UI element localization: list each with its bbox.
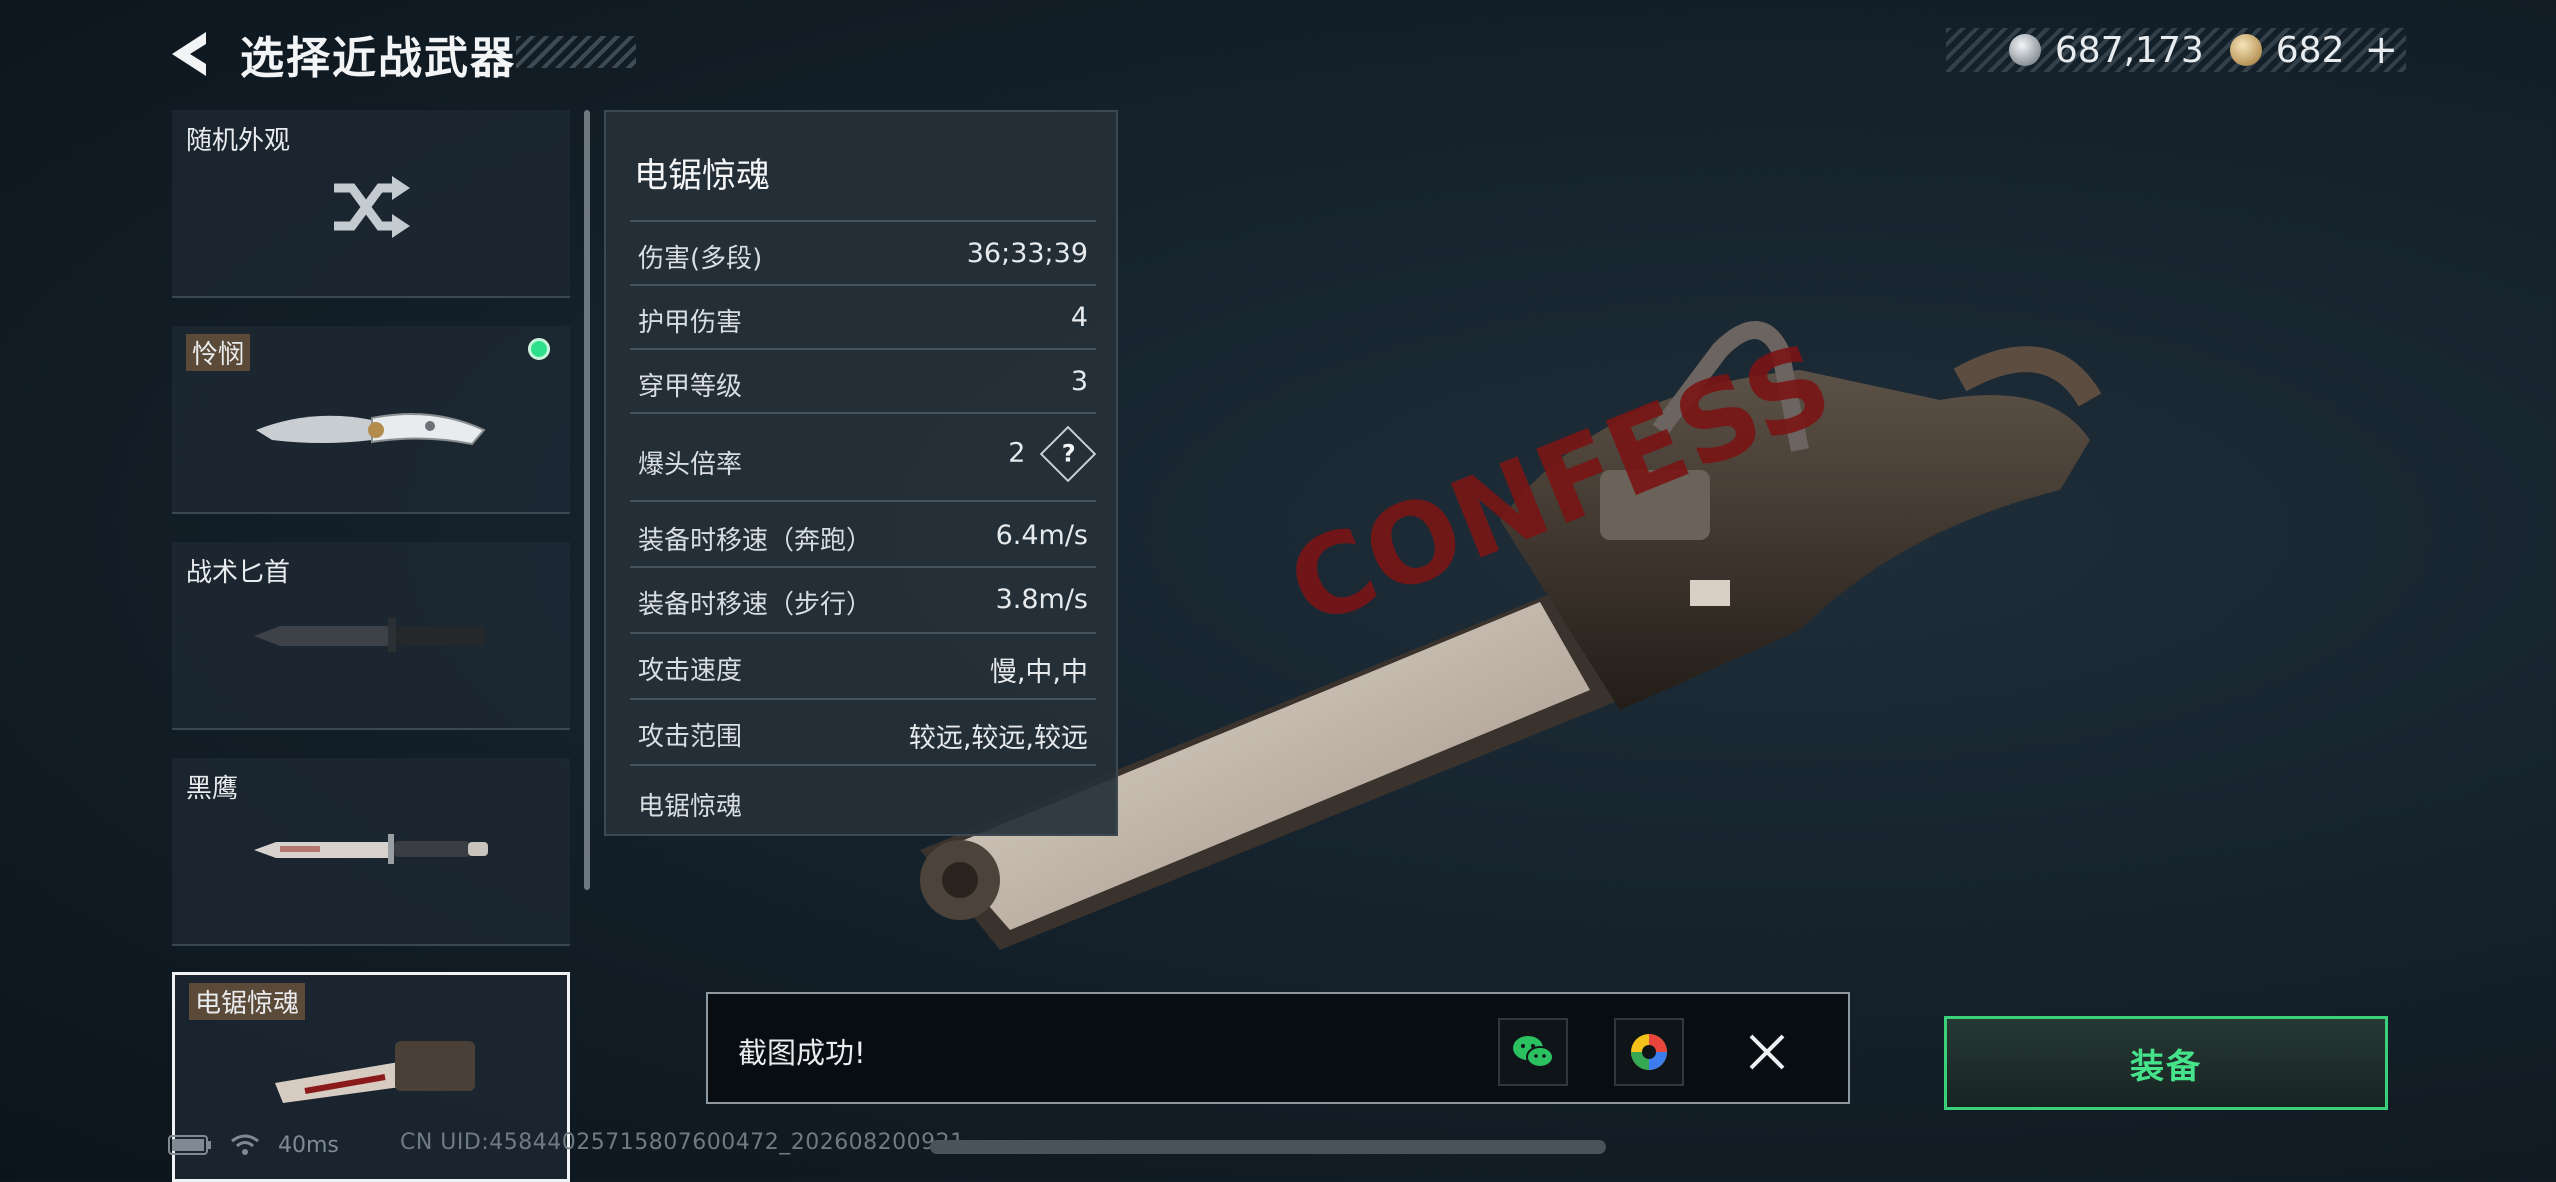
stat-row: 护甲伤害 4 — [630, 284, 1096, 348]
weapon-stats-panel: 电锯惊魂 伤害(多段) 36;33;39 护甲伤害 4 穿甲等级 3 爆头倍率 … — [604, 110, 1118, 836]
silver-currency-value: 687,173 — [2054, 29, 2204, 71]
stat-row: 伤害(多段) 36;33;39 — [630, 220, 1096, 284]
stat-value: 36;33;39 — [966, 238, 1088, 269]
stat-value: 慢,中,中 — [989, 657, 1088, 688]
stat-value: 较远,较远,较远 — [908, 723, 1088, 754]
stat-value: 6.4m/s — [995, 520, 1088, 551]
help-icon[interactable]: ? — [1039, 425, 1097, 483]
stat-row: 装备时移速（步行） 3.8m/s — [630, 566, 1096, 632]
silver-coin-icon — [2008, 34, 2041, 66]
wechat-icon — [1513, 1036, 1554, 1068]
list-scrollbar[interactable] — [584, 110, 590, 890]
weapon-label: 随机外观 — [186, 126, 291, 156]
share-album-button[interactable] — [1614, 1018, 1684, 1086]
stat-row: 攻击范围 较远,较远,较远 — [630, 698, 1096, 764]
black-hawk-knife-image — [254, 834, 488, 864]
stat-label: 电锯惊魂 — [638, 792, 743, 822]
stat-row: 攻击速度 慢,中,中 — [630, 632, 1096, 698]
share-wechat-button[interactable] — [1498, 1018, 1568, 1086]
currency-bar: 687,173 682 + — [1946, 27, 2406, 73]
add-currency-button[interactable]: + — [2364, 27, 2398, 73]
home-indicator[interactable] — [930, 1140, 1606, 1154]
stat-row: 爆头倍率 2 ? — [630, 412, 1097, 500]
chainsaw-image — [275, 1041, 475, 1103]
stat-row: 装备时移速（奔跑） 6.4m/s — [630, 500, 1096, 566]
toast-message: 截图成功! — [738, 1036, 866, 1070]
weapon-label: 黑鹰 — [186, 774, 239, 804]
stat-label: 护甲伤害 — [638, 308, 743, 338]
stat-label: 攻击速度 — [638, 656, 743, 686]
stat-value: 3.8m/s — [995, 584, 1088, 615]
ping-value: 40ms — [278, 1132, 339, 1158]
weapon-label: 战术匕首 — [186, 558, 291, 588]
equip-button-label: 装备 — [2130, 1046, 2202, 1087]
stat-label: 穿甲等级 — [638, 372, 743, 402]
stat-value: 3 — [1070, 366, 1088, 397]
gold-coin-icon — [2229, 34, 2262, 66]
stat-label: 攻击范围 — [638, 722, 743, 752]
stat-row: 电锯惊魂 — [630, 764, 1096, 832]
stat-value: 2 — [1008, 437, 1026, 469]
gold-currency-value: 682 — [2275, 29, 2345, 71]
stat-label: 装备时移速（步行） — [638, 590, 873, 620]
screenshot-toast: 截图成功! — [706, 992, 1850, 1104]
status-bar: 40ms — [168, 1128, 339, 1162]
chevron-left-icon — [172, 32, 206, 76]
tactical-dagger-image — [254, 618, 486, 652]
page-title: 选择近战武器 — [240, 33, 516, 84]
weapon-item-tactical-dagger[interactable]: 战术匕首 — [172, 542, 570, 730]
battery-icon — [168, 1135, 211, 1155]
stat-label: 爆头倍率 — [638, 450, 743, 480]
stat-row: 穿甲等级 3 — [630, 348, 1096, 412]
stat-label: 伤害(多段) — [638, 244, 763, 274]
photo-shutter-icon — [1631, 1034, 1667, 1070]
weapon-name: 电锯惊魂 — [634, 156, 770, 196]
weapon-item-mercy[interactable]: 怜悯 — [172, 326, 570, 514]
weapon-label: 怜悯 — [186, 334, 251, 371]
shuffle-icon — [334, 176, 410, 238]
close-toast-button[interactable] — [1732, 1018, 1802, 1086]
stat-label: 装备时移速（奔跑） — [638, 526, 873, 556]
stat-value-with-help: 2 ? — [1008, 425, 1097, 483]
weapon-item-random[interactable]: 随机外观 — [172, 110, 570, 298]
karambit-knife-image — [256, 413, 486, 446]
user-id-text: CN UID:4584402571580760047​2_2026082009​… — [400, 1130, 965, 1155]
title-decoration — [516, 36, 636, 68]
wifi-icon — [231, 1134, 259, 1155]
back-button[interactable] — [166, 28, 214, 80]
weapon-item-black-hawk[interactable]: 黑鹰 — [172, 758, 570, 946]
weapon-label: 电锯惊魂 — [189, 983, 306, 1020]
close-icon — [1749, 1034, 1785, 1070]
equip-button[interactable]: 装备 — [1944, 1016, 2388, 1110]
stat-value: 4 — [1070, 302, 1088, 333]
equipped-indicator-dot — [528, 338, 550, 360]
